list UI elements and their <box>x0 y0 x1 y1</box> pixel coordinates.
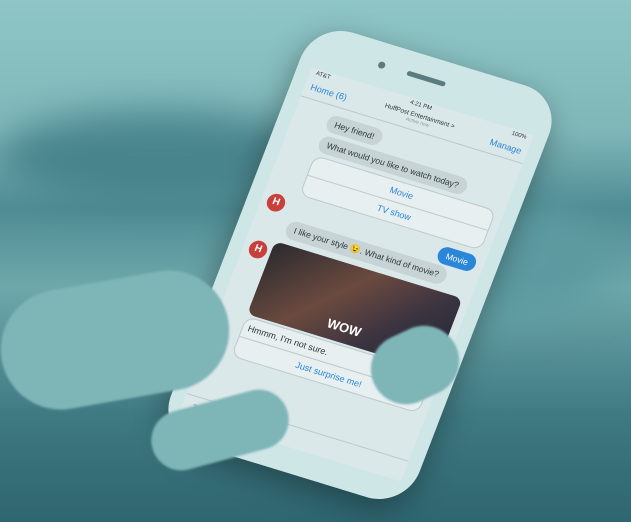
camera <box>377 60 387 70</box>
gif-caption: WOW <box>324 315 364 340</box>
avatar: H <box>246 238 270 261</box>
speaker <box>406 70 447 87</box>
